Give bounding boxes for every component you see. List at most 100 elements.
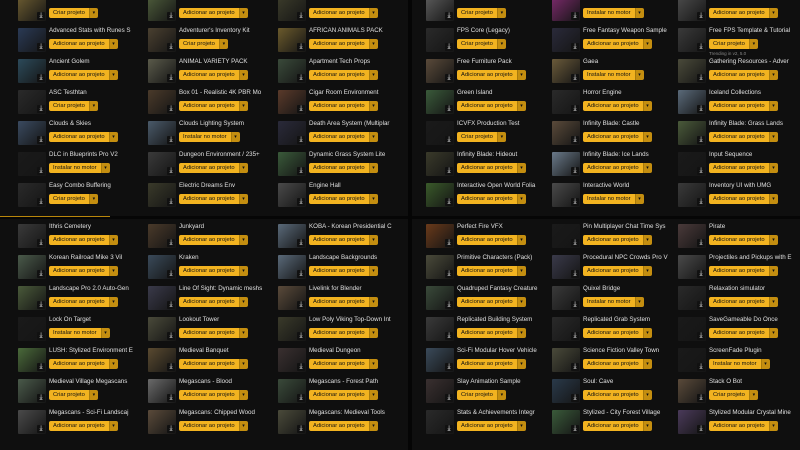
asset-title[interactable]: ICVFX Production Test <box>457 120 557 127</box>
asset-thumbnail[interactable]: ⤓ <box>278 410 306 434</box>
asset-title[interactable]: Input Sequence <box>709 151 800 158</box>
asset-card[interactable]: ⤓ Megascans: Medieval Tools Adicionar ao p… <box>278 407 408 445</box>
asset-title[interactable]: Gaea <box>583 58 683 65</box>
chevron-down-icon[interactable]: ▾ <box>238 266 248 276</box>
asset-thumbnail[interactable]: ⤓ <box>552 410 580 434</box>
asset-thumbnail[interactable]: ⤓ <box>18 410 46 434</box>
asset-title[interactable]: Procedural NPC Crowds Pro V <box>583 254 683 261</box>
asset-action-button[interactable]: Adicionar ao projeto ▾ <box>309 132 378 142</box>
asset-thumbnail[interactable]: ⤓ <box>148 121 176 145</box>
asset-thumbnail[interactable]: ⤓ <box>552 183 580 207</box>
asset-action-button[interactable]: Adicionar ao projeto ▾ <box>709 101 778 111</box>
asset-action-button[interactable]: Adicionar ao projeto ▾ <box>457 297 526 307</box>
chevron-down-icon[interactable]: ▾ <box>368 359 378 369</box>
asset-action-button[interactable]: Instalar no motor ▾ <box>49 328 110 338</box>
asset-action-button[interactable]: Adicionar ao projeto ▾ <box>309 163 378 173</box>
asset-thumbnail[interactable]: ⤓ <box>18 0 46 21</box>
asset-thumbnail[interactable]: ⤓ <box>552 224 580 248</box>
chevron-down-icon[interactable]: ▾ <box>634 8 644 18</box>
asset-title[interactable]: Megascans: Chipped Wood <box>179 409 279 416</box>
asset-title[interactable]: Megascans: Medieval Tools <box>309 409 409 416</box>
asset-action-button[interactable]: Criar projeto ▾ <box>49 8 98 18</box>
asset-thumbnail[interactable]: ⤓ <box>678 90 706 114</box>
asset-thumbnail[interactable]: ⤓ <box>678 410 706 434</box>
asset-thumbnail[interactable]: ⤓ <box>148 348 176 372</box>
asset-thumbnail[interactable]: ⤓ <box>278 28 306 52</box>
asset-title[interactable]: Death Area System (Multiplar <box>309 120 409 127</box>
asset-thumbnail[interactable]: ⤓ <box>426 59 454 83</box>
asset-action-button[interactable]: Adicionar ao projeto ▾ <box>583 390 652 400</box>
chevron-down-icon[interactable]: ▾ <box>108 359 118 369</box>
chevron-down-icon[interactable]: ▾ <box>496 8 506 18</box>
asset-title[interactable]: Soul: Cave <box>583 378 683 385</box>
asset-card[interactable]: ⤓ Electric Dreams Env Adicionar ao projeto… <box>148 180 278 218</box>
asset-thumbnail[interactable]: ⤓ <box>278 379 306 403</box>
asset-action-button[interactable]: Adicionar ao projeto ▾ <box>179 194 248 204</box>
asset-thumbnail[interactable]: ⤓ <box>278 255 306 279</box>
asset-title[interactable]: Infinity Blade: Ice Lands <box>583 151 683 158</box>
asset-thumbnail[interactable]: ⤓ <box>426 255 454 279</box>
asset-thumbnail[interactable]: ⤓ <box>278 224 306 248</box>
asset-action-button[interactable]: Instalar no motor ▾ <box>179 132 240 142</box>
chevron-down-icon[interactable]: ▾ <box>768 297 778 307</box>
asset-title[interactable]: Quixel Bridge <box>583 285 683 292</box>
asset-card[interactable]: ⤓ Interactive World Instalar no motor ▾ <box>552 180 682 218</box>
asset-action-button[interactable]: Adicionar ao projeto ▾ <box>583 132 652 142</box>
chevron-down-icon[interactable]: ▾ <box>768 421 778 431</box>
asset-thumbnail[interactable]: ⤓ <box>148 90 176 114</box>
chevron-down-icon[interactable]: ▾ <box>108 70 118 80</box>
asset-action-button[interactable]: Adicionar ao projeto ▾ <box>49 297 118 307</box>
asset-action-button[interactable]: Adicionar ao projeto ▾ <box>457 359 526 369</box>
asset-title[interactable]: Junkyard <box>179 223 279 230</box>
asset-title[interactable]: LUSH: Stylized Environment E <box>49 347 149 354</box>
asset-action-button[interactable]: Adicionar ao projeto ▾ <box>309 359 378 369</box>
asset-action-button[interactable]: Adicionar ao projeto ▾ <box>179 235 248 245</box>
asset-action-button[interactable]: Adicionar ao projeto ▾ <box>709 297 778 307</box>
asset-title[interactable]: Medieval Banquet <box>179 347 279 354</box>
asset-title[interactable]: Megascans - Sci-Fi Landscaj <box>49 409 149 416</box>
chevron-down-icon[interactable]: ▾ <box>496 390 506 400</box>
asset-title[interactable]: ScreenFade Plugin <box>709 347 800 354</box>
asset-title[interactable]: Stylized Modular Crystal Mine <box>709 409 800 416</box>
chevron-down-icon[interactable]: ▾ <box>238 421 248 431</box>
chevron-down-icon[interactable]: ▾ <box>642 235 652 245</box>
asset-action-button[interactable]: Adicionar ao projeto ▾ <box>309 194 378 204</box>
asset-thumbnail[interactable]: ⤓ <box>426 379 454 403</box>
asset-title[interactable]: Stack O Bot <box>709 378 800 385</box>
asset-title[interactable]: FPS Core (Legacy) <box>457 27 557 34</box>
asset-card[interactable]: ⤓ Engine Hall Adicionar ao projeto ▾ <box>278 180 408 218</box>
asset-action-button[interactable]: Adicionar ao projeto ▾ <box>709 266 778 276</box>
asset-thumbnail[interactable]: ⤓ <box>18 379 46 403</box>
asset-action-button[interactable]: Adicionar ao projeto ▾ <box>709 70 778 80</box>
asset-action-button[interactable]: Adicionar ao projeto ▾ <box>457 101 526 111</box>
asset-card[interactable]: ⤓ Megascans - Sci-Fi Landscaj Adicionar ao… <box>18 407 148 445</box>
chevron-down-icon[interactable]: ▾ <box>108 39 118 49</box>
asset-action-button[interactable]: Adicionar ao projeto ▾ <box>457 421 526 431</box>
asset-title[interactable]: Clouds & Skies <box>49 120 149 127</box>
asset-title[interactable]: Interactive Open World Folia <box>457 182 557 189</box>
asset-title[interactable]: Apartment Tech Props <box>309 58 409 65</box>
asset-action-button[interactable]: Adicionar ao projeto ▾ <box>457 266 526 276</box>
asset-title[interactable]: Infinity Blade: Hideout <box>457 151 557 158</box>
asset-thumbnail[interactable]: ⤓ <box>278 152 306 176</box>
asset-title[interactable]: Medieval Village Megascans <box>49 378 149 385</box>
chevron-down-icon[interactable]: ▾ <box>748 39 758 49</box>
asset-action-button[interactable]: Adicionar ao projeto ▾ <box>309 390 378 400</box>
asset-title[interactable]: Electric Dreams Env <box>179 182 279 189</box>
asset-action-button[interactable]: Adicionar ao projeto ▾ <box>179 70 248 80</box>
asset-action-button[interactable]: Adicionar ao projeto ▾ <box>583 266 652 276</box>
asset-thumbnail[interactable]: ⤓ <box>148 224 176 248</box>
asset-title[interactable]: Interactive World <box>583 182 683 189</box>
asset-thumbnail[interactable]: ⤓ <box>552 379 580 403</box>
asset-thumbnail[interactable]: ⤓ <box>552 286 580 310</box>
chevron-down-icon[interactable]: ▾ <box>768 70 778 80</box>
asset-action-button[interactable]: Instalar no motor ▾ <box>583 8 644 18</box>
asset-thumbnail[interactable]: ⤓ <box>426 348 454 372</box>
asset-action-button[interactable]: Adicionar ao projeto ▾ <box>709 328 778 338</box>
asset-thumbnail[interactable]: ⤓ <box>426 152 454 176</box>
chevron-down-icon[interactable]: ▾ <box>642 39 652 49</box>
asset-thumbnail[interactable]: ⤓ <box>18 183 46 207</box>
asset-thumbnail[interactable]: ⤓ <box>552 90 580 114</box>
asset-thumbnail[interactable]: ⤓ <box>426 286 454 310</box>
chevron-down-icon[interactable]: ▾ <box>230 132 240 142</box>
